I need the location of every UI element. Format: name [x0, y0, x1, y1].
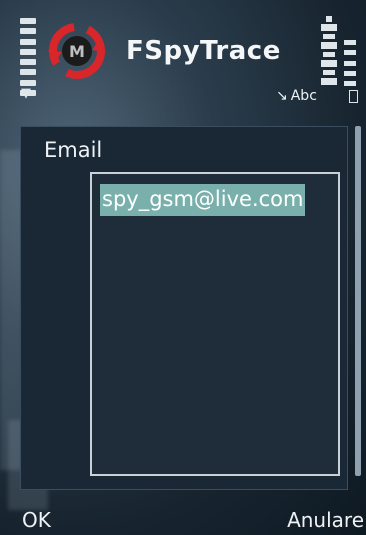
- cancel-softkey[interactable]: Anulare: [287, 508, 364, 532]
- svg-text:M: M: [69, 42, 85, 61]
- battery-icon: [321, 16, 337, 85]
- app-title: FSpyTrace: [126, 36, 281, 66]
- phone-screen: ▼ M FSpyTrace ↘ Abc Email spy_gsm@live.c…: [0, 0, 366, 535]
- email-field[interactable]: [90, 172, 340, 476]
- input-mode-label: Abc: [290, 88, 317, 104]
- edge-indicator-icon: [349, 90, 358, 103]
- fspytrace-app-icon: M: [48, 23, 106, 79]
- email-field-value[interactable]: spy_gsm@live.com: [100, 184, 306, 216]
- signal-strength-icon: [20, 18, 36, 96]
- email-field-label: Email: [44, 138, 103, 162]
- antenna-icon: ▼: [21, 86, 31, 101]
- input-mode-indicator: ↘ Abc: [276, 88, 317, 104]
- status-title-bar: ▼ M FSpyTrace ↘ Abc: [0, 0, 366, 112]
- ok-softkey[interactable]: OK: [22, 508, 51, 532]
- scrollbar[interactable]: [355, 126, 361, 476]
- battery-level-bars: [344, 40, 356, 86]
- pen-input-icon: ↘: [276, 88, 288, 104]
